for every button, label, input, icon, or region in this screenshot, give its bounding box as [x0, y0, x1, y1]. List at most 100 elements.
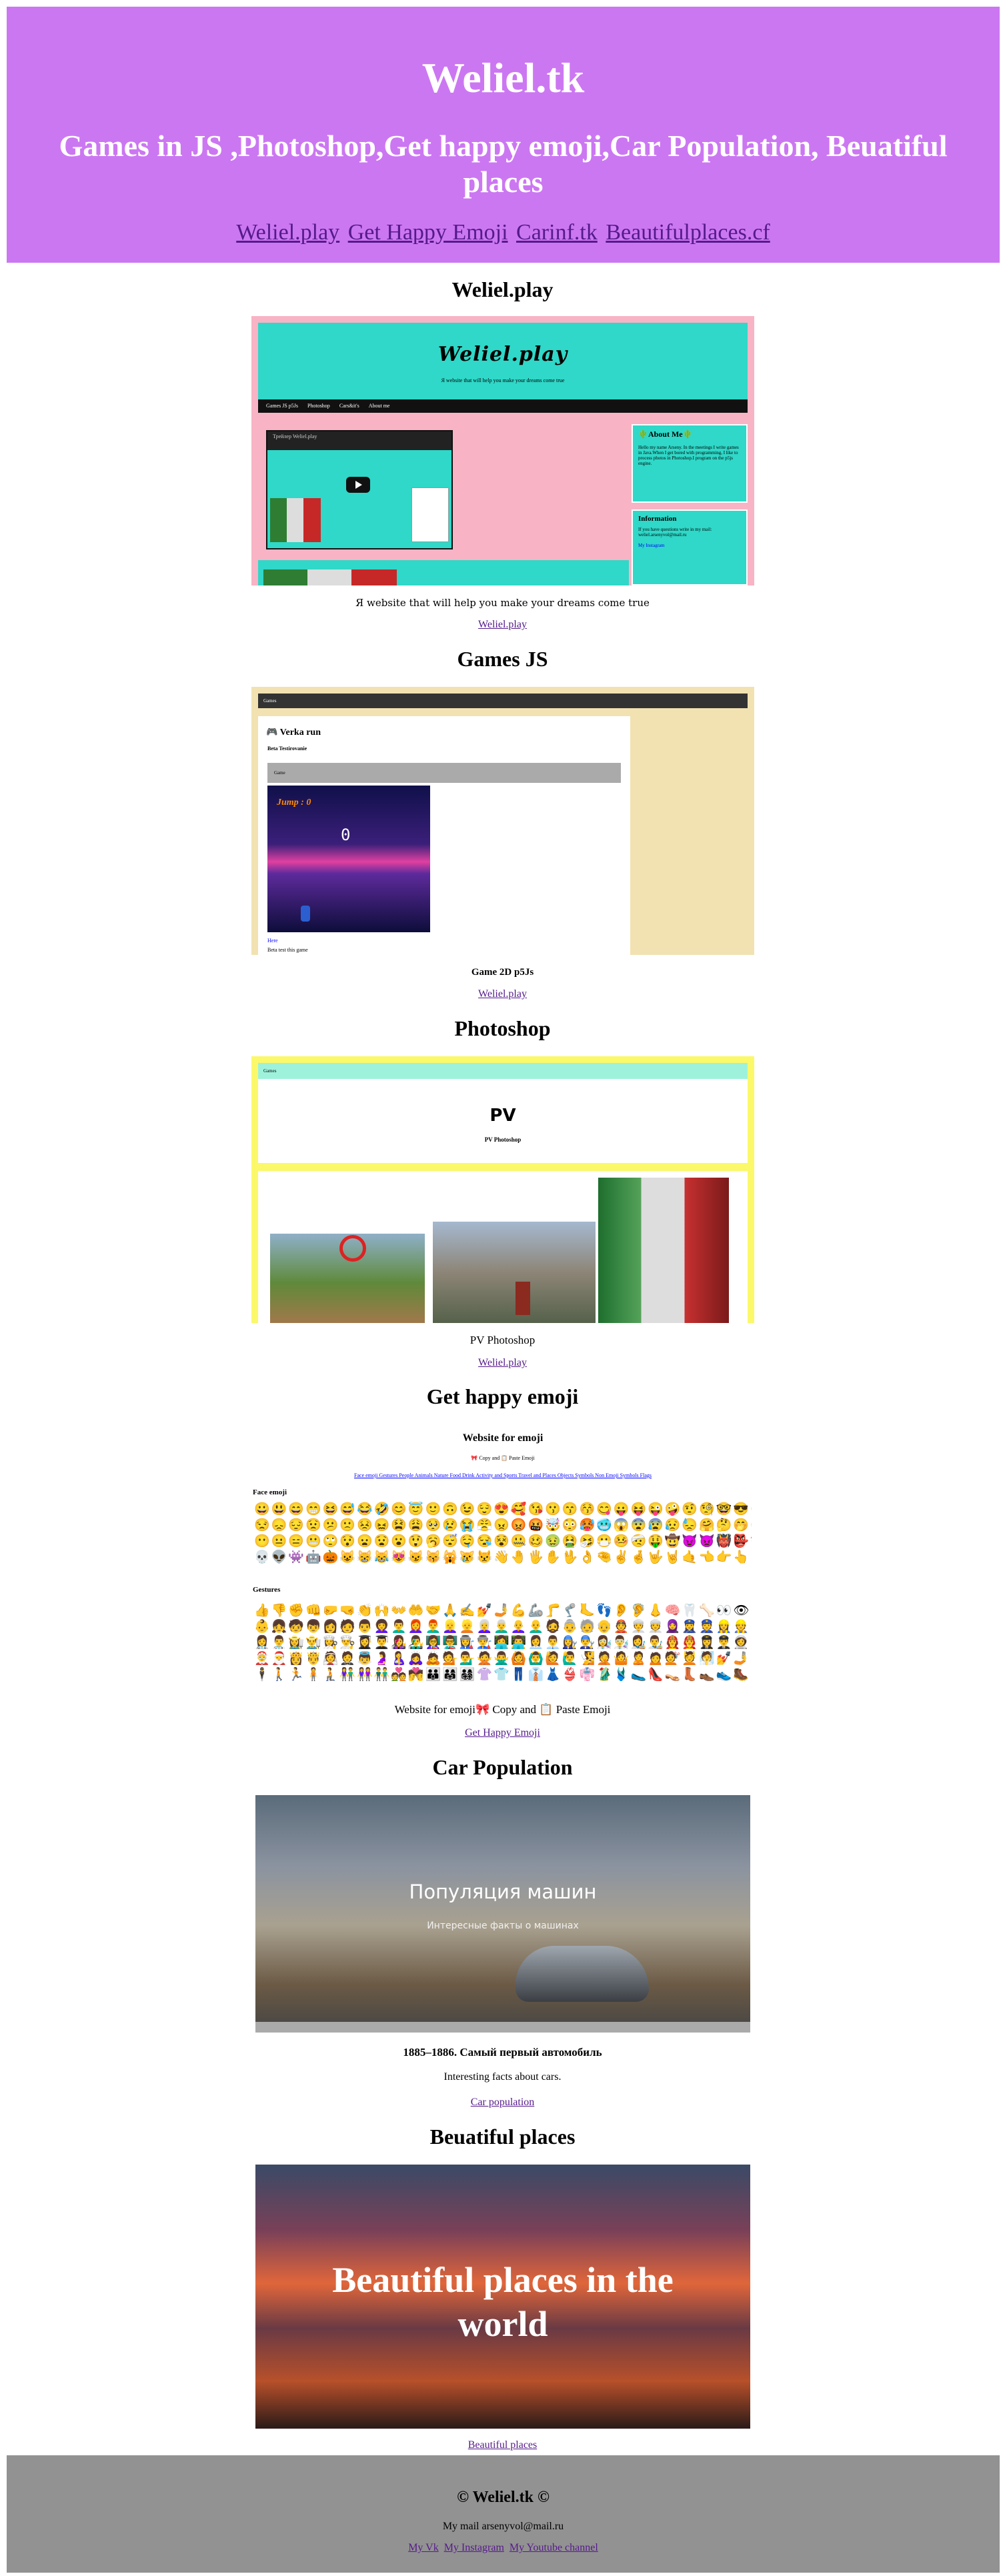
section-title-car: Car Population — [432, 1755, 573, 1779]
games-link[interactable]: Weliel.play — [478, 988, 527, 1000]
site-title: Weliel.tk — [421, 54, 585, 101]
information-text: If you have questions write in my mail: … — [638, 527, 712, 537]
games-link-wrap: Weliel.play — [0, 988, 1005, 1000]
welielplay-tagline: Я website that will help you make your d… — [441, 377, 565, 383]
gesture-row: 👶👧🧒👦👩🧑👨👩‍🦱👨‍🦱👩‍🦰👨‍🦰👱‍♀️👱👩‍🦳👨‍🦳👩‍🦲👨‍🦲🧔👵🧓👴… — [254, 1620, 752, 1634]
games-caption: Game 2D p5Js — [471, 967, 534, 978]
gesture-row: 👍👎✊👊🤛🤜👏🙌👐🤲🤝🙏✍💅🤳💪🦾🦵🦿🦶👣👂🦻👃🧠🦷🦴👀👁👅👄💋🩸 — [254, 1604, 752, 1618]
car-link-wrap: Car population — [0, 2097, 1005, 2109]
game-version: Beta Testirovanie — [267, 746, 307, 752]
gallery-photo-street — [433, 1222, 596, 1323]
nav-link-welielplay[interactable]: Weliel.play — [236, 220, 339, 245]
play-icon — [346, 477, 370, 493]
instagram-link: My Instagram — [638, 543, 665, 548]
places-banner-title: Beautiful places in the world — [332, 2260, 674, 2344]
menu-item-photoshop: Photoshop — [307, 403, 330, 409]
face-emoji-label: Face emoji — [253, 1488, 287, 1496]
gestures-grid: 👍👎✊👊🤛🤜👏🙌👐🤲🤝🙏✍💅🤳💪🦾🦵🦿🦶👣👂🦻👃🧠🦷🦴👀👁👅👄💋🩸 👶👧🧒👦👩🧑… — [254, 1603, 752, 1683]
section-title-games: Games JS — [457, 647, 548, 671]
bottom-image — [263, 569, 397, 585]
games-screenshot[interactable]: Games 🎮 Verka run Beta Testirovanie Game… — [251, 687, 754, 955]
video-side-panel — [411, 487, 449, 542]
menu-item-cars: Cars&it's — [339, 403, 359, 409]
video-title: Трейлер Weliel.play — [267, 431, 451, 450]
pv-subtitle: PV Photoshop — [484, 1136, 522, 1143]
site-header: Weliel.tk Games in JS ,Photoshop,Get hap… — [7, 7, 1000, 263]
car-bottom-bar — [255, 2022, 750, 2033]
section-title-emoji: Get happy emoji — [426, 1384, 579, 1408]
section-title-welielplay: Weliel.play — [451, 277, 554, 301]
games-topbar: Games — [258, 694, 748, 708]
information-title: Information — [638, 515, 677, 523]
photoshop-gallery — [258, 1171, 748, 1323]
places-link-wrap: Beautiful places — [0, 2439, 1005, 2451]
car-banner-subtitle: Интересные факты о машинах — [427, 1920, 579, 1931]
welielplay-banner: Weliel.play Я website that will help you… — [258, 323, 748, 399]
welielplay-caption: Я website that will help you make your d… — [355, 597, 650, 609]
photoshop-caption: PV Photoshop — [469, 1334, 536, 1346]
photoshop-nav: Games — [258, 1063, 748, 1079]
car-screenshot[interactable]: Популяция машин Интересные факты о машин… — [255, 1795, 750, 2033]
welielplay-screenshot[interactable]: Weliel.play Я website that will help you… — [251, 316, 754, 585]
gallery-photo-hands — [270, 1234, 425, 1323]
video-player: Трейлер Weliel.play — [266, 430, 453, 549]
gestures-label: Gestures — [253, 1586, 281, 1594]
emoji-heading: Website for emoji — [462, 1432, 544, 1444]
footer-link-youtube[interactable]: My Youtube channel — [510, 2542, 598, 2553]
footer-links: My Vk My Instagram My Youtube channel — [7, 2542, 1000, 2554]
welielplay-link-wrap: Weliel.play — [0, 619, 1005, 631]
header-nav: Weliel.play Get Happy Emoji Carinf.tk Be… — [7, 220, 1000, 245]
photoshop-link-wrap: Weliel.play — [0, 1357, 1005, 1369]
nav-link-get-happy-emoji[interactable]: Get Happy Emoji — [348, 220, 508, 245]
game-bar: Game — [267, 763, 621, 783]
emoji-copy-line: 🎀 Copy and 📋 Paste Emoji — [471, 1455, 535, 1461]
site-subtitle: Games in JS ,Photoshop,Get happy emoji,C… — [59, 129, 948, 199]
about-me-box: 🌵About Me🌵 Hello my name Arseny. In the … — [632, 424, 748, 503]
photoshop-screenshot[interactable]: Games PV PV Photoshop — [251, 1056, 754, 1323]
emoji-link[interactable]: Get Happy Emoji — [465, 1727, 540, 1738]
emoji-categories: Face emoji Gestures People Animals Natur… — [354, 1472, 652, 1478]
about-me-text: Hello my name Arseny. In the meetings I … — [638, 445, 739, 466]
game-title: 🎮 Verka run — [266, 728, 321, 738]
emoji-caption: Website for emoji🎀 Copy and 📋 Paste Emoj… — [394, 1703, 611, 1716]
nav-link-beautifulplaces[interactable]: Beautifulplaces.cf — [606, 220, 770, 245]
car-link[interactable]: Car population — [471, 2097, 535, 2108]
games-panel: 🎮 Verka run Beta Testirovanie Game Jump … — [258, 716, 630, 955]
game-here-link: Here — [267, 938, 278, 944]
car-banner-title: Популяция машин — [409, 1880, 597, 1903]
video-thumbnail — [270, 498, 321, 542]
places-screenshot[interactable]: Beautiful places in the world — [255, 2165, 750, 2429]
pv-logo: PV — [489, 1106, 516, 1126]
section-title-places: Beuatiful places — [429, 2125, 576, 2149]
places-link[interactable]: Beautiful places — [468, 2439, 538, 2451]
site-footer: © Weliel.tk © My mail arsenyvol@mail.ru … — [7, 2455, 1000, 2573]
welielplay-bottom-box — [258, 560, 629, 585]
nav-link-carinf[interactable]: Carinf.tk — [516, 220, 598, 245]
footer-link-instagram[interactable]: My Instagram — [444, 2542, 504, 2553]
face-emoji-grid: 😀😃😄😁😆😅😂🤣😊😇🙂🙃😉😌😍🥰😘😗😙😚😋😛😝😜🤪🤨🧐🤓😎🤩🥳😏 😒😞😔😟😕🙁😣… — [254, 1502, 752, 1566]
emoji-screenshot[interactable]: Website for emoji 🎀 Copy and 📋 Paste Emo… — [251, 1428, 754, 1688]
gesture-row: 🤶🎅👸🤴👰🤵👼🤰🤱🙇‍♀️🙇💁💁‍♂️🙅🙅‍♂️🙆🙆‍♂️🙋🙋‍♂️🧏🤦🤷🙎🙍💇… — [254, 1652, 752, 1666]
car-caption: Interesting facts about cars. — [443, 2071, 562, 2083]
welielplay-link[interactable]: Weliel.play — [478, 619, 527, 630]
game-subtext: Beta test this game — [267, 947, 308, 953]
footer-mail: My mail arsenyvol@mail.ru — [442, 2521, 564, 2532]
emoji-link-wrap: Get Happy Emoji — [0, 1727, 1005, 1739]
welielplay-menu: Games JS p5Js Photoshop Cars&it's About … — [258, 399, 748, 413]
footer-copyright: © Weliel.tk © — [457, 2489, 550, 2506]
game-canvas: Jump : 0 0 — [267, 786, 430, 932]
car-heading: 1885–1886. Самый первый автомобиль — [403, 2046, 602, 2059]
footer-link-vk[interactable]: My Vk — [408, 2542, 439, 2553]
information-box: Information If you have questions write … — [632, 509, 748, 585]
photoshop-link[interactable]: Weliel.play — [478, 1357, 527, 1368]
score-counter: 0 — [341, 826, 351, 844]
gallery-photo-flag — [598, 1178, 729, 1323]
jump-counter: Jump : 0 — [277, 798, 311, 808]
menu-item-games: Games JS p5Js — [266, 403, 299, 409]
face-row: 😒😞😔😟😕🙁😣😖😫😩🥺😢😭😤😠😡🤬🤯😳🥵🥶😱😨😰😥😓🤗🤔🤭🤫🤥 — [254, 1518, 752, 1532]
face-row: 😶😐😑😬🙄😯😦😧😮😲🥱😴🤤😪😵🤐🥴🤢🤮🤧😷🤒🤕🤑🤠😈👿👹👺🤡💩👻 — [254, 1534, 752, 1548]
photoshop-hero: PV PV Photoshop — [258, 1079, 748, 1163]
menu-item-about: About me — [368, 403, 390, 409]
gesture-row: 🕴🚶🏃🧍🧎👫👭👬💑💏👪👨‍👩‍👧👨‍👩‍👧‍👦👚👕👖👔👗👙👘🥻🩱🥿👠👡👢👞👟🥾🧦… — [254, 1668, 752, 1682]
about-me-title: 🌵About Me🌵 — [638, 429, 693, 439]
